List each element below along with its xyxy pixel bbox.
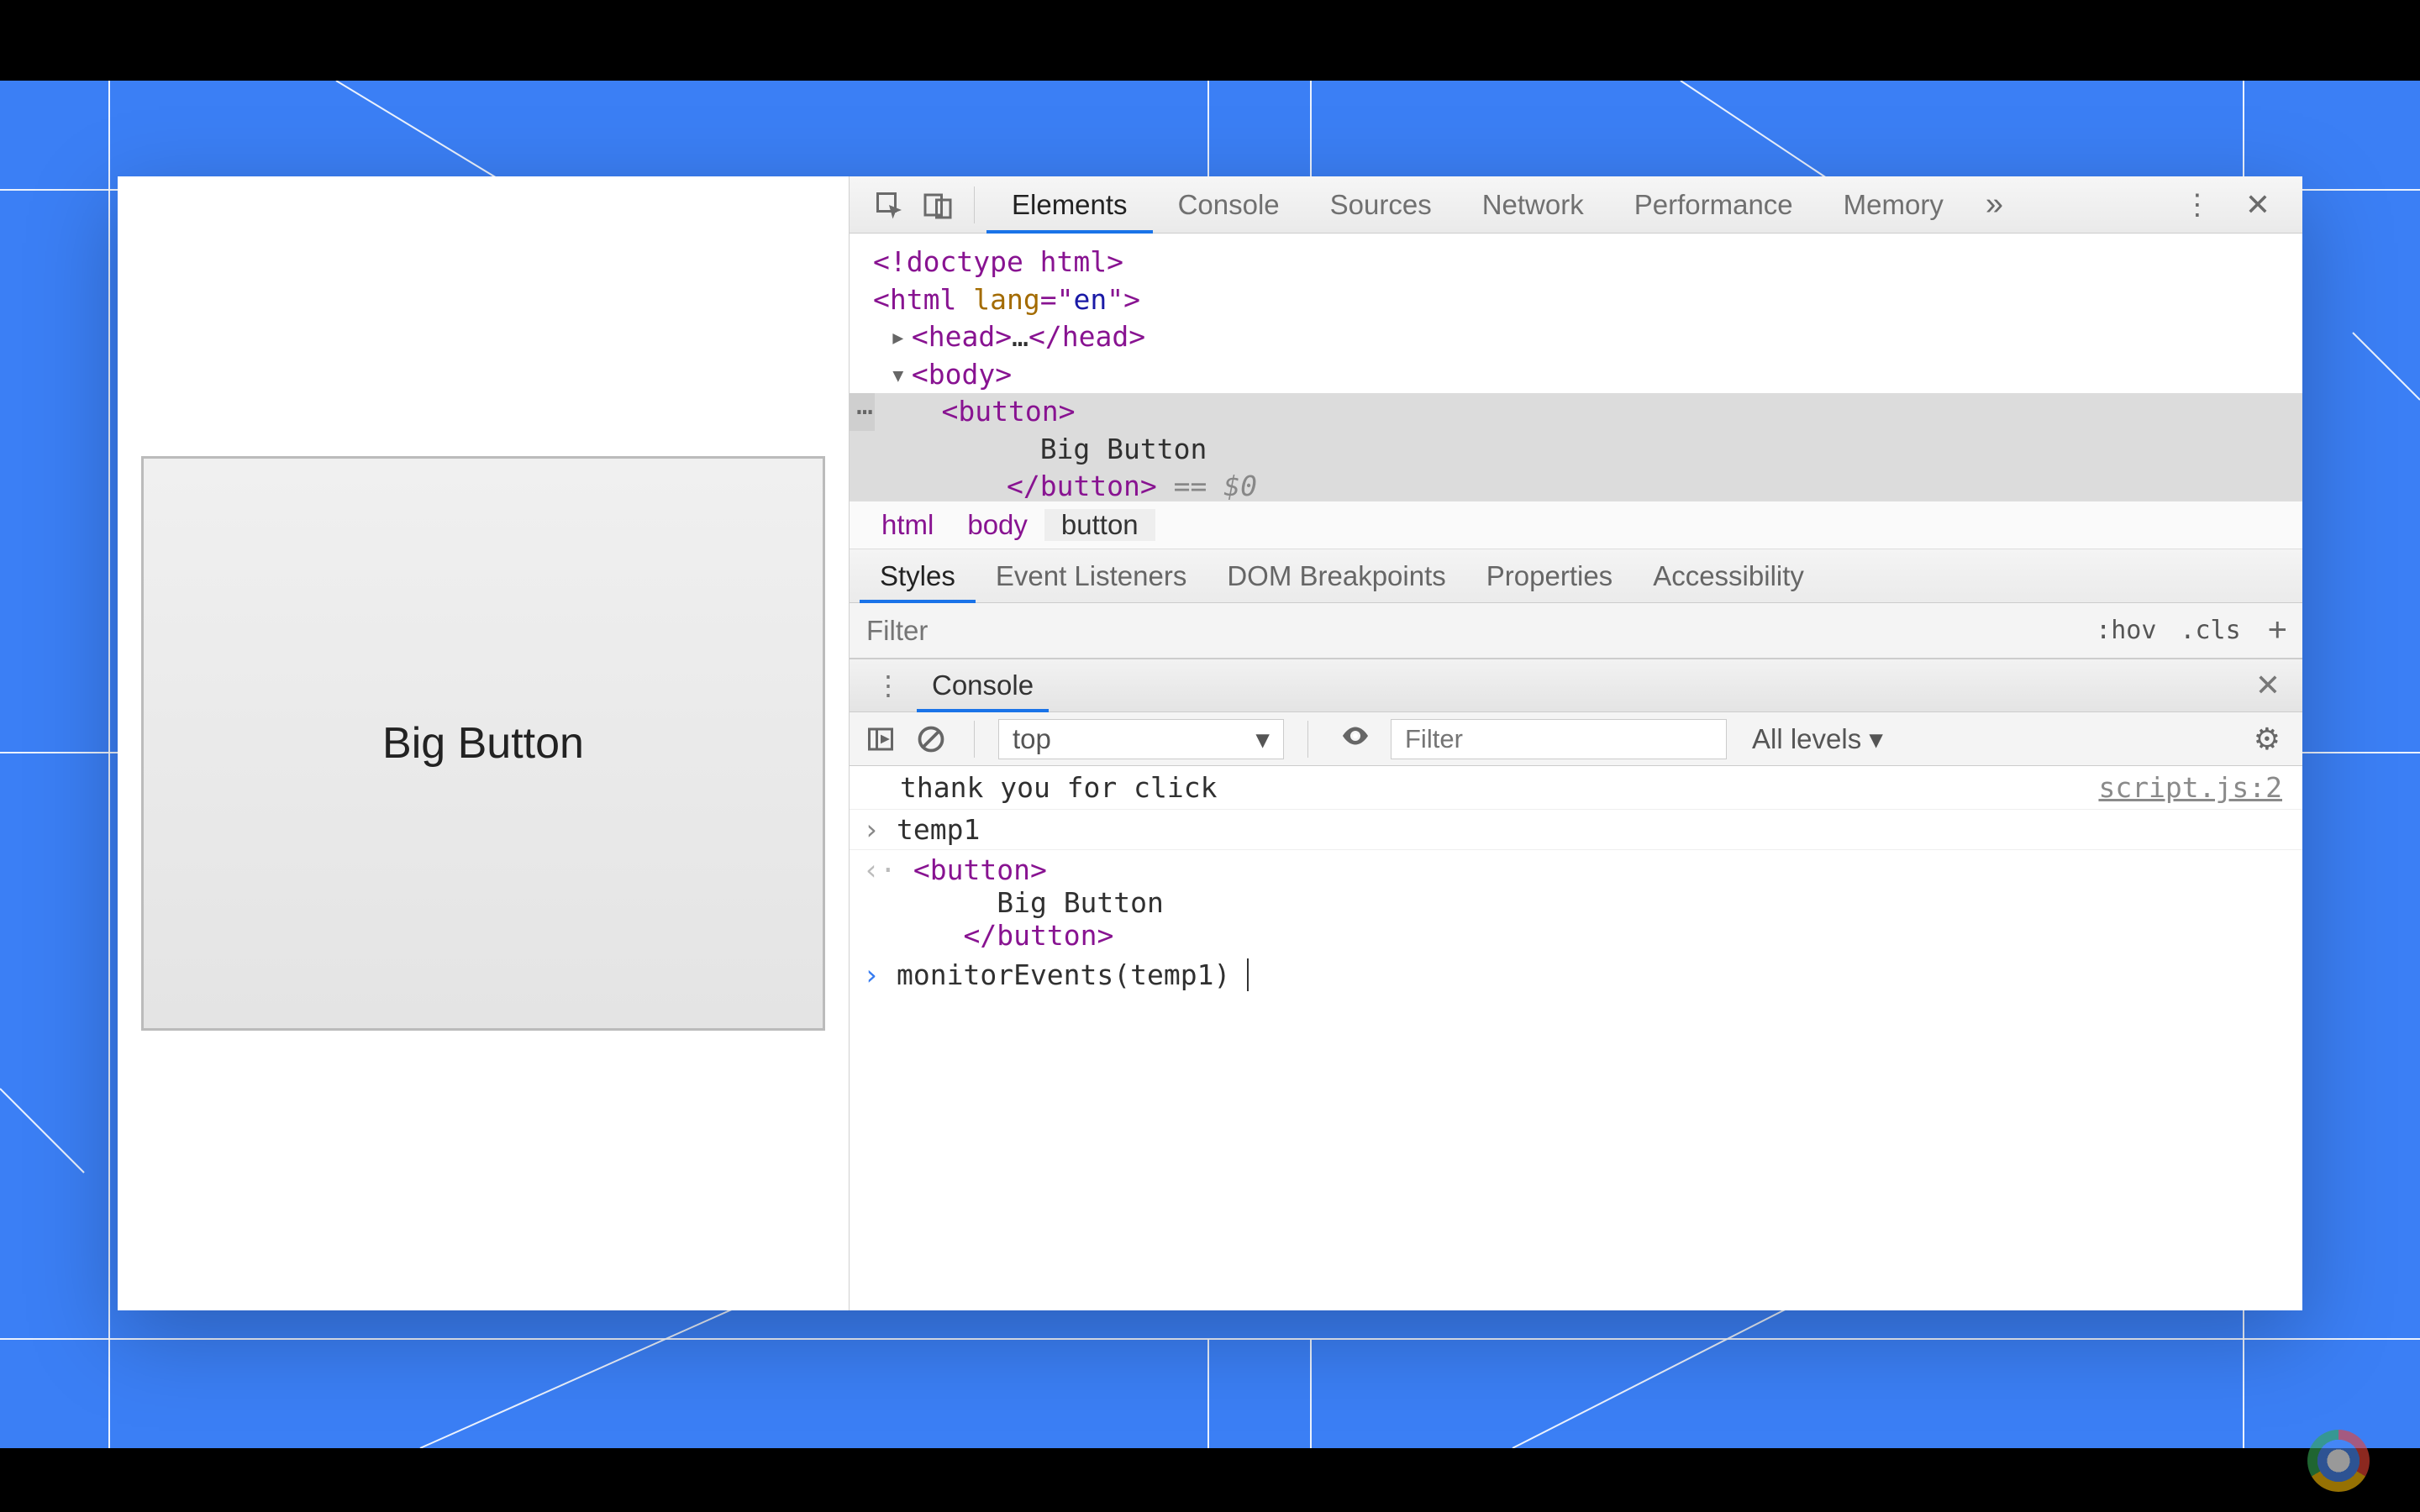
tab-console[interactable]: Console	[1153, 176, 1305, 233]
sub-tab-properties[interactable]: Properties	[1466, 549, 1633, 602]
console-settings-icon[interactable]: ⚙	[2244, 722, 2291, 757]
console-current-input-text: monitorEvents(temp1)	[897, 958, 1249, 991]
dom-selected-node[interactable]: ⋯ <button> Big Button </button> == $0	[850, 393, 2302, 501]
console-input-row: › temp1	[850, 810, 2302, 850]
divider	[974, 721, 975, 758]
console-levels-select[interactable]: All levels ▾	[1739, 722, 1897, 755]
devtools-close-icon[interactable]: ✕	[2228, 187, 2287, 223]
crumb-body[interactable]: body	[950, 509, 1044, 541]
clear-console-icon[interactable]	[912, 720, 950, 759]
console-drawer-menu-icon[interactable]: ⋮	[860, 669, 917, 701]
console-sidebar-toggle-icon[interactable]	[861, 720, 900, 759]
console-log-row: thank you for click script.js:2	[850, 766, 2302, 810]
hov-toggle[interactable]: :hov	[2084, 616, 2168, 645]
console-toolbar: top ▾ All levels ▾ ⚙	[850, 712, 2302, 766]
console-log-message: thank you for click	[900, 771, 1218, 804]
dom-tree[interactable]: <!doctype html> <html lang="en"> ▸<head>…	[850, 234, 2302, 501]
new-style-rule-icon[interactable]: +	[2253, 612, 2302, 649]
dom-head-ellipsis: …	[1012, 320, 1028, 353]
sub-tab-event-listeners[interactable]: Event Listeners	[976, 549, 1207, 602]
styles-filter-input[interactable]	[850, 603, 2084, 658]
sub-tab-styles[interactable]: Styles	[860, 549, 976, 602]
console-input-text: temp1	[897, 813, 980, 846]
dropdown-caret-icon: ▾	[1255, 722, 1270, 755]
console-drawer-title[interactable]: Console	[917, 659, 1049, 711]
divider	[1307, 721, 1308, 758]
console-output-prompt-icon: ‹·	[863, 853, 897, 952]
dom-breadcrumb: html body button	[850, 501, 2302, 549]
dom-eq-ref: == $0	[1174, 470, 1257, 501]
devtools-panel: Elements Console Sources Network Perform…	[849, 176, 2302, 1310]
elements-sub-tabs: Styles Event Listeners DOM Breakpoints P…	[850, 549, 2302, 603]
styles-filter-row: :hov .cls +	[850, 603, 2302, 659]
console-context-value: top	[1013, 723, 1051, 755]
dom-doctype: <!doctype html>	[873, 245, 1123, 278]
inspect-element-icon[interactable]	[865, 183, 913, 227]
tab-network[interactable]: Network	[1457, 176, 1609, 233]
console-log-source-link[interactable]: script.js:2	[2098, 771, 2282, 804]
sub-tab-accessibility[interactable]: Accessibility	[1633, 549, 1824, 602]
console-current-prompt-icon: ›	[863, 958, 897, 991]
chrome-logo-icon	[2307, 1430, 2370, 1492]
console-input-prompt-icon: ›	[863, 813, 897, 846]
tab-memory[interactable]: Memory	[1818, 176, 1969, 233]
console-context-select[interactable]: top ▾	[998, 719, 1284, 759]
big-button[interactable]: Big Button	[141, 456, 825, 1031]
device-toolbar-icon[interactable]	[913, 183, 962, 227]
sub-tab-dom-breakpoints[interactable]: DOM Breakpoints	[1207, 549, 1465, 602]
crumb-button[interactable]: button	[1044, 509, 1155, 541]
page-preview-pane: Big Button	[118, 176, 849, 1310]
app-window: Big Button Elements Console Sources Netw	[118, 176, 2302, 1310]
crumb-html[interactable]: html	[865, 509, 950, 541]
divider	[974, 186, 975, 223]
dom-button-text: Big Button	[1040, 433, 1207, 465]
console-output-row: ‹· <button> Big Button </button>	[850, 850, 2302, 955]
console-drawer-close-icon[interactable]: ✕	[2244, 668, 2292, 703]
tab-elements[interactable]: Elements	[986, 176, 1153, 233]
devtools-menu-icon[interactable]: ⋮	[2166, 188, 2228, 222]
console-filter-input[interactable]	[1391, 719, 1727, 759]
tab-sources[interactable]: Sources	[1305, 176, 1457, 233]
tabs-overflow-icon[interactable]: »	[1969, 186, 2020, 223]
tab-performance[interactable]: Performance	[1609, 176, 1818, 233]
console-body: thank you for click script.js:2 › temp1 …	[850, 766, 2302, 1310]
console-output-text: <button> Big Button </button>	[897, 853, 1164, 952]
console-drawer-header: ⋮ Console ✕	[850, 659, 2302, 712]
live-expression-icon[interactable]	[1332, 721, 1379, 758]
cls-toggle[interactable]: .cls	[2168, 616, 2252, 645]
devtools-tabs: Elements Console Sources Network Perform…	[850, 176, 2302, 234]
console-current-input-row[interactable]: › monitorEvents(temp1)	[850, 955, 2302, 995]
